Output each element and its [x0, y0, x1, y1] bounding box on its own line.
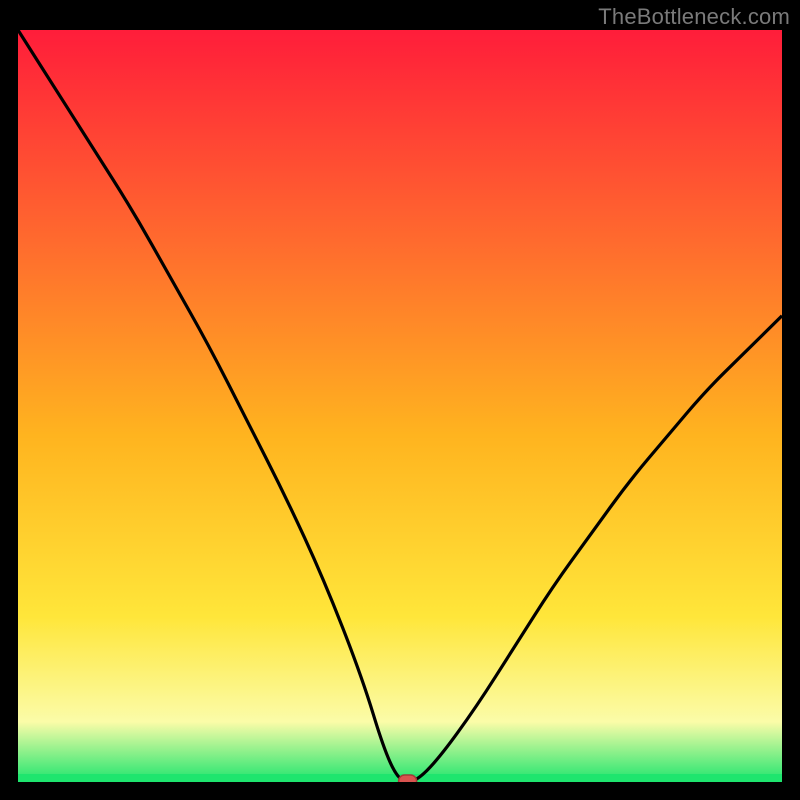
watermark-text: TheBottleneck.com	[598, 4, 790, 30]
plot-area	[18, 30, 782, 782]
chart-frame: TheBottleneck.com	[0, 0, 800, 800]
gradient-bg	[18, 30, 782, 782]
plot-svg	[18, 30, 782, 782]
min-marker	[399, 775, 417, 782]
